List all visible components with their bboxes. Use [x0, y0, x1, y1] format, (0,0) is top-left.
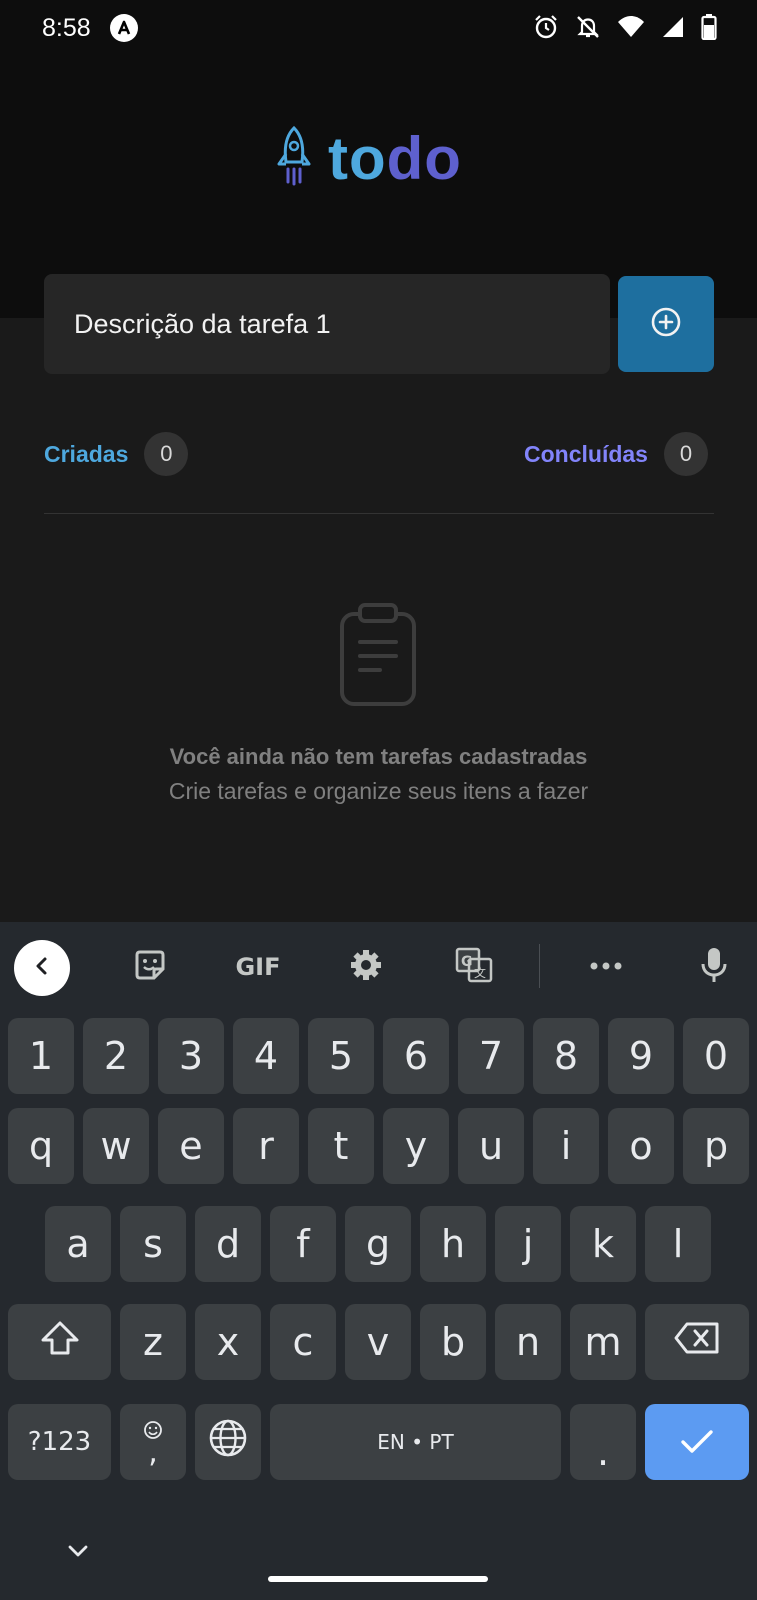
- key-7[interactable]: 7: [458, 1018, 524, 1094]
- more-button[interactable]: [584, 942, 628, 992]
- key-j[interactable]: j: [495, 1206, 561, 1282]
- mic-icon: [700, 946, 728, 989]
- key-p[interactable]: p: [683, 1108, 749, 1184]
- done-count-badge: 0: [663, 432, 708, 476]
- key-q[interactable]: q: [8, 1108, 74, 1184]
- period-key[interactable]: .: [570, 1404, 636, 1480]
- keyboard-toolbar: GIF G文: [0, 922, 757, 1012]
- sticker-icon: [132, 947, 168, 988]
- sticker-button[interactable]: [128, 942, 172, 992]
- space-key[interactable]: EN • PT: [270, 1404, 561, 1480]
- done-counter: Concluídas 0: [524, 432, 708, 476]
- key-9[interactable]: 9: [608, 1018, 674, 1094]
- key-a[interactable]: a: [45, 1206, 111, 1282]
- key-r[interactable]: r: [233, 1108, 299, 1184]
- toolbar-separator: [539, 944, 540, 988]
- task-description-input[interactable]: [44, 274, 610, 374]
- add-task-button[interactable]: [618, 276, 714, 372]
- key-s[interactable]: s: [120, 1206, 186, 1282]
- status-bar: 8:58: [0, 0, 757, 60]
- shift-icon: [39, 1320, 81, 1365]
- symbols-key[interactable]: ?123: [8, 1404, 111, 1480]
- key-t[interactable]: t: [308, 1108, 374, 1184]
- done-label: Concluídas: [524, 440, 648, 467]
- logo-text-do: do: [386, 124, 462, 192]
- plus-circle-icon: [650, 306, 682, 343]
- key-i[interactable]: i: [533, 1108, 599, 1184]
- key-8[interactable]: 8: [533, 1018, 599, 1094]
- key-4[interactable]: 4: [233, 1018, 299, 1094]
- wifi-icon: [617, 15, 645, 44]
- key-v[interactable]: v: [345, 1304, 411, 1380]
- comma-label: ,: [148, 1435, 158, 1470]
- key-0[interactable]: 0: [683, 1018, 749, 1094]
- settings-button[interactable]: [344, 942, 388, 992]
- shift-key[interactable]: [8, 1304, 111, 1380]
- key-l[interactable]: l: [645, 1206, 711, 1282]
- status-icons: [533, 14, 717, 45]
- key-n[interactable]: n: [495, 1304, 561, 1380]
- key-1[interactable]: 1: [8, 1018, 74, 1094]
- created-count-badge: 0: [144, 432, 189, 476]
- key-5[interactable]: 5: [308, 1018, 374, 1094]
- key-z[interactable]: z: [120, 1304, 186, 1380]
- key-y[interactable]: y: [383, 1108, 449, 1184]
- check-icon: [680, 1420, 714, 1464]
- created-label: Criadas: [44, 440, 129, 467]
- keyboard-back-button[interactable]: [14, 940, 70, 996]
- app-logo: todo: [274, 124, 462, 193]
- gear-icon: [348, 947, 384, 988]
- status-time: 8:58: [42, 14, 91, 42]
- created-counter: Criadas 0: [44, 432, 189, 476]
- empty-state-title: Você ainda não tem tarefas cadastradas: [169, 744, 588, 769]
- globe-icon: [208, 1418, 248, 1467]
- svg-text:文: 文: [474, 965, 486, 980]
- home-indicator[interactable]: [268, 1576, 488, 1582]
- soft-keyboard: GIF G文 1 2 3 4 5 6 7 8 9 0 q w e r t y u…: [0, 922, 757, 1600]
- rocket-icon: [274, 124, 314, 193]
- battery-icon: [701, 14, 717, 45]
- key-2[interactable]: 2: [83, 1018, 149, 1094]
- key-h[interactable]: h: [420, 1206, 486, 1282]
- gif-button[interactable]: GIF: [230, 942, 286, 992]
- key-3[interactable]: 3: [158, 1018, 224, 1094]
- chevron-down-icon: [66, 1545, 90, 1562]
- chevron-left-icon: [31, 955, 53, 982]
- key-g[interactable]: g: [345, 1206, 411, 1282]
- language-key[interactable]: [195, 1404, 261, 1480]
- empty-state-subtitle: Crie tarefas e organize seus itens a faz…: [168, 778, 589, 804]
- alarm-icon: [533, 14, 559, 45]
- logo-text-to: to: [328, 124, 387, 192]
- logo-text: todo: [328, 128, 462, 189]
- key-f[interactable]: f: [270, 1206, 336, 1282]
- comma-key[interactable]: ,: [120, 1404, 186, 1480]
- key-6[interactable]: 6: [383, 1018, 449, 1094]
- signal-icon: [661, 15, 685, 44]
- key-x[interactable]: x: [195, 1304, 261, 1380]
- translate-icon: G文: [455, 947, 493, 988]
- translate-button[interactable]: G文: [452, 942, 496, 992]
- key-u[interactable]: u: [458, 1108, 524, 1184]
- divider: [44, 513, 714, 514]
- key-b[interactable]: b: [420, 1304, 486, 1380]
- bell-off-icon: [575, 14, 601, 45]
- backspace-key[interactable]: [645, 1304, 749, 1380]
- key-e[interactable]: e: [158, 1108, 224, 1184]
- clipboard-icon: [338, 602, 418, 713]
- key-d[interactable]: d: [195, 1206, 261, 1282]
- more-icon: [589, 958, 623, 976]
- enter-key[interactable]: [645, 1404, 749, 1480]
- key-o[interactable]: o: [608, 1108, 674, 1184]
- key-k[interactable]: k: [570, 1206, 636, 1282]
- backspace-icon: [673, 1320, 721, 1364]
- a-circle-icon: [110, 14, 138, 42]
- key-m[interactable]: m: [570, 1304, 636, 1380]
- hide-keyboard-button[interactable]: [66, 1544, 90, 1563]
- key-w[interactable]: w: [83, 1108, 149, 1184]
- voice-input-button[interactable]: [692, 942, 736, 992]
- key-c[interactable]: c: [270, 1304, 336, 1380]
- svg-text:G: G: [461, 954, 473, 970]
